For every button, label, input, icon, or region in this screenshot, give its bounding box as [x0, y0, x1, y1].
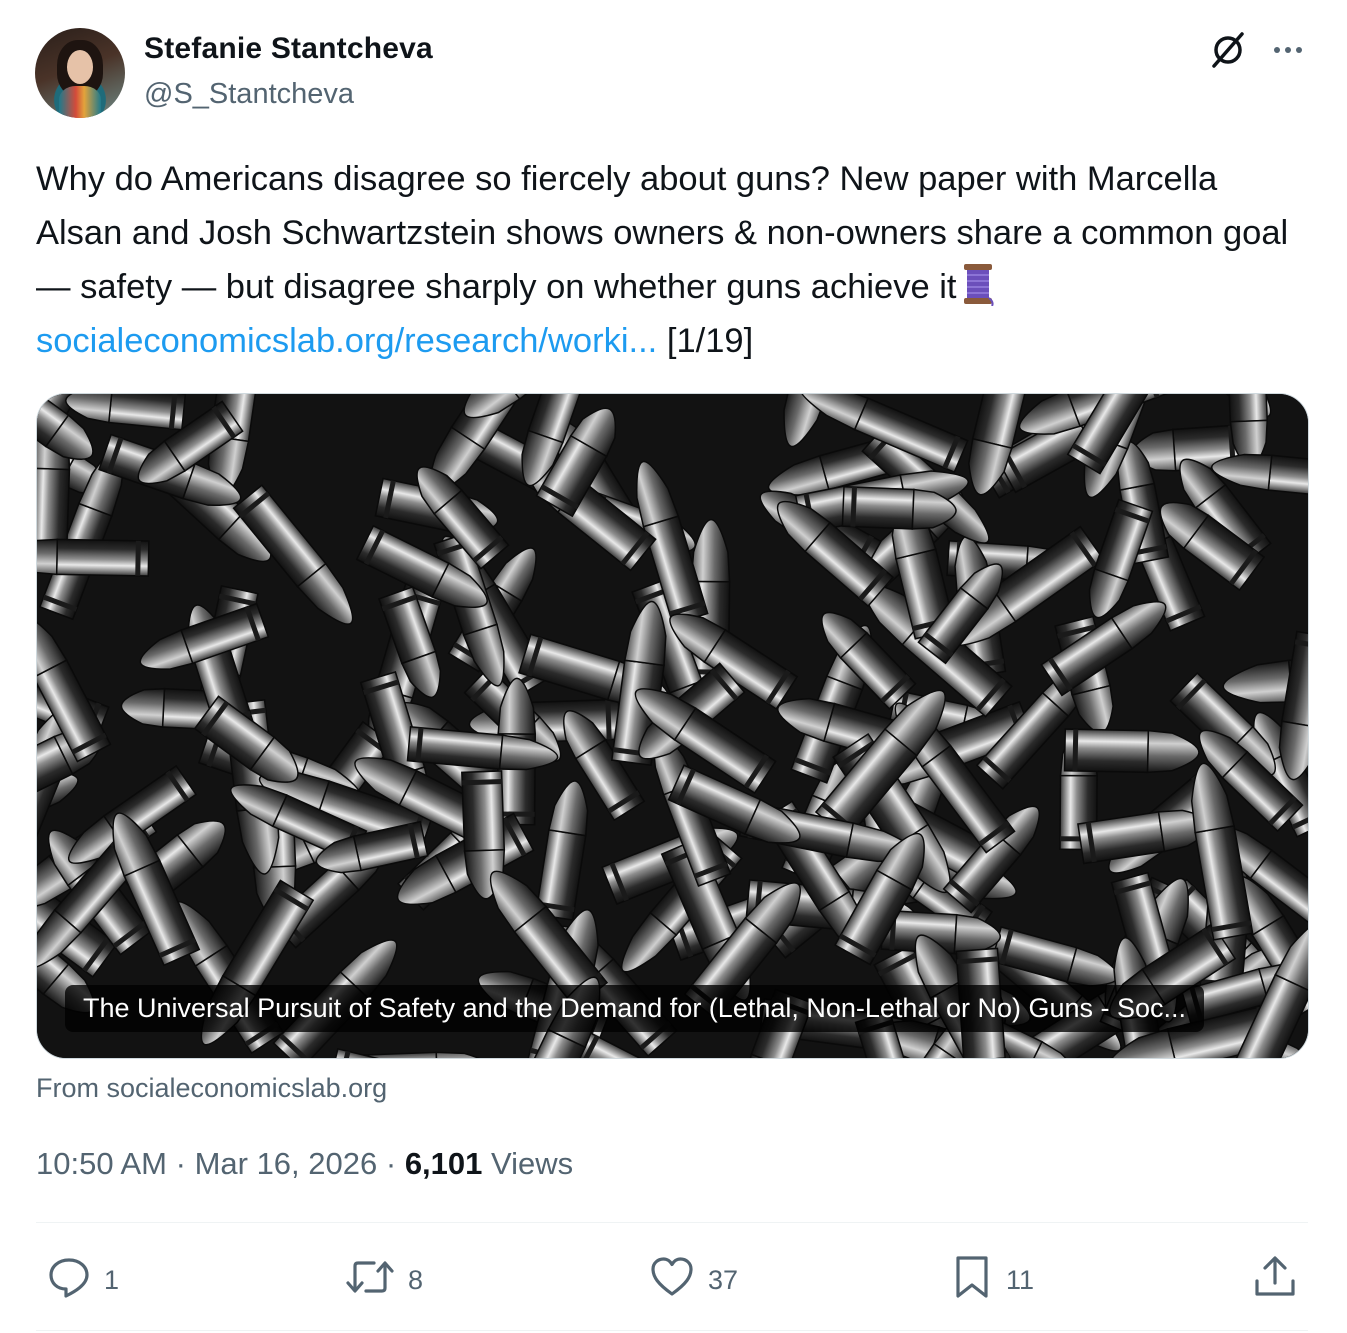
tweet-body: Why do Americans disagree so fiercely ab… — [36, 160, 1289, 306]
link-card[interactable]: The Universal Pursuit of Safety and the … — [36, 393, 1309, 1059]
share-button[interactable] — [1252, 1252, 1298, 1308]
bookmark-button[interactable]: 11 — [950, 1252, 1034, 1308]
meta-separator: · — [175, 1146, 186, 1181]
slashed-circle-icon[interactable] — [1206, 28, 1250, 72]
retweet-icon — [344, 1254, 396, 1307]
cartridge-shape — [37, 538, 150, 577]
retweet-button[interactable]: 8 — [344, 1252, 423, 1308]
spool-of-thread-emoji-icon — [961, 262, 995, 307]
bullets-image — [37, 394, 1308, 1058]
views-count: 6,101 — [404, 1146, 483, 1181]
author-handle[interactable]: @S_Stantcheva — [144, 78, 354, 111]
retweet-count: 8 — [408, 1264, 424, 1295]
reply-count: 1 — [104, 1264, 120, 1295]
meta-separator: · — [385, 1146, 397, 1181]
bookmark-icon — [950, 1253, 994, 1308]
tweet-date[interactable]: Mar 16, 2026 — [195, 1146, 378, 1181]
thread-counter: [1/19] — [666, 322, 754, 360]
tweet-time[interactable]: 10:50 AM — [36, 1146, 167, 1181]
reply-icon — [46, 1254, 92, 1307]
avatar-scarf — [59, 86, 101, 118]
share-icon — [1252, 1253, 1298, 1308]
bookmark-count: 11 — [1006, 1264, 1035, 1295]
tweet-meta: 10:50 AM · Mar 16, 2026 · 6,101 Views — [36, 1146, 573, 1182]
heart-icon — [648, 1254, 696, 1307]
author-name[interactable]: Stefanie Stantcheva — [144, 32, 433, 66]
card-caption: The Universal Pursuit of Safety and the … — [65, 985, 1205, 1032]
avatar[interactable] — [35, 28, 125, 118]
reply-button[interactable]: 1 — [46, 1252, 119, 1308]
tweet-link[interactable]: socialeconomicslab.org/research/worki... — [36, 322, 657, 360]
divider — [36, 1330, 1308, 1331]
avatar-face — [67, 50, 93, 84]
more-horizontal-icon[interactable] — [1266, 28, 1310, 72]
tweet-text: Why do Americans disagree so fiercely ab… — [36, 152, 1311, 368]
like-count: 37 — [708, 1264, 739, 1295]
divider — [36, 1222, 1308, 1223]
cartridge-shape — [1063, 728, 1200, 774]
like-button[interactable]: 37 — [648, 1252, 738, 1308]
card-source[interactable]: From socialeconomicslab.org — [36, 1073, 387, 1104]
views-label: Views — [491, 1146, 574, 1181]
